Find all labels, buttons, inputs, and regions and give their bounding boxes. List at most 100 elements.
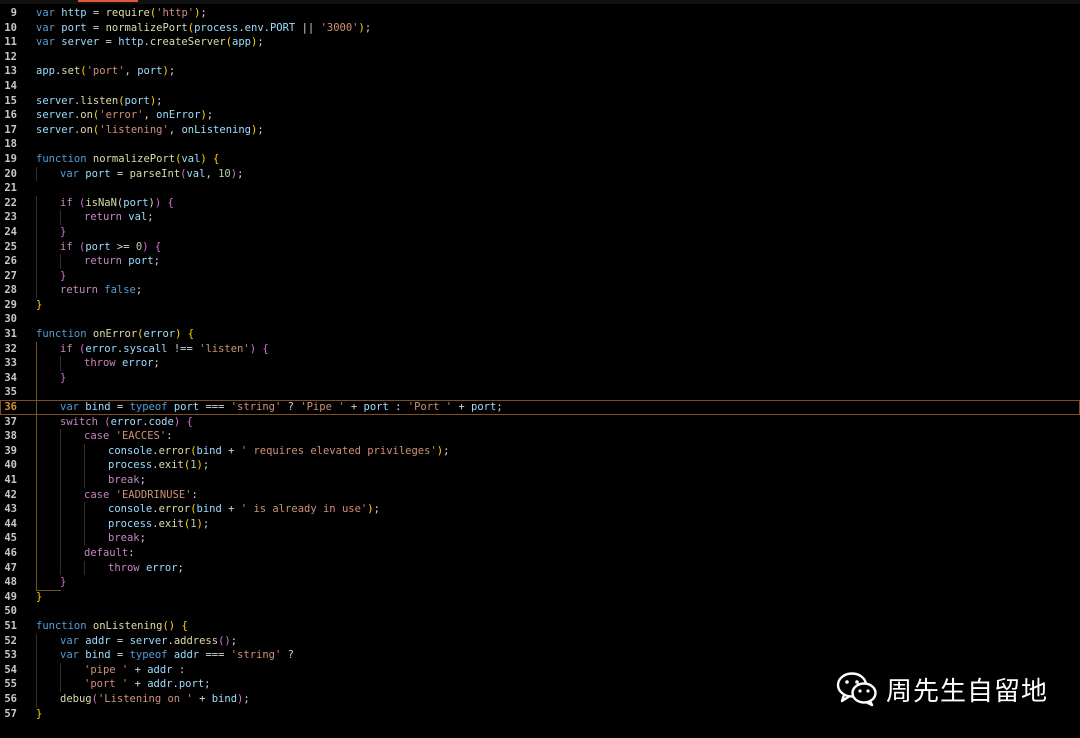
line-number: 43 xyxy=(4,503,17,516)
code-token: ; xyxy=(364,21,372,34)
code-line[interactable]: 31 function onError(error) { xyxy=(0,327,1080,342)
indent-guide xyxy=(60,677,61,692)
code-line[interactable]: 45 break; xyxy=(0,531,1080,546)
code-line[interactable]: 21 xyxy=(0,181,1080,196)
indent-guide xyxy=(36,545,37,561)
code-token: port xyxy=(471,401,497,414)
indent-guide xyxy=(84,531,85,546)
code-token: var xyxy=(60,401,79,414)
code-line[interactable]: 35 xyxy=(0,385,1080,400)
code-line[interactable]: 43 console.error(bind + ' is already in u… xyxy=(0,502,1080,517)
code-line[interactable]: 17 server.on('listening', onListening); xyxy=(0,123,1080,138)
line-number: 51 xyxy=(4,619,17,632)
code-line-current[interactable]: 36 var bind = typeof port === 'string' ? … xyxy=(0,400,1080,415)
code-line[interactable]: 25 if (port >= 0) { xyxy=(0,239,1080,255)
code-line[interactable]: 27} xyxy=(0,268,1080,284)
code-line[interactable]: 38 case 'EACCES': xyxy=(0,429,1080,444)
line-number: 21 xyxy=(4,182,17,195)
indent-guide xyxy=(36,458,37,473)
code-line[interactable]: 23 return val; xyxy=(0,210,1080,225)
code-line[interactable]: 18 xyxy=(0,137,1080,152)
code-token: syscall xyxy=(123,342,168,355)
line-number: 23 xyxy=(4,211,17,224)
active-tab-indicator[interactable] xyxy=(78,0,138,2)
code-line[interactable]: 42 case 'EADDRINUSE': xyxy=(0,487,1080,503)
indent-guide xyxy=(36,443,37,459)
code-line[interactable]: 53 var bind = typeof addr === 'string' ? xyxy=(0,648,1080,663)
code-line[interactable]: 46 default: xyxy=(0,545,1080,561)
line-number: 31 xyxy=(4,328,17,341)
code-line[interactable]: 49} xyxy=(0,590,1080,605)
code-token: addr xyxy=(173,649,200,662)
code-token: typeof xyxy=(129,401,168,414)
code-line[interactable]: 15 server.listen(port); xyxy=(0,94,1080,109)
code-line[interactable]: 22 if (isNaN(port)) { xyxy=(0,195,1080,211)
line-number: 27 xyxy=(4,269,17,282)
code-token: code xyxy=(148,415,174,428)
code-line[interactable]: 14 xyxy=(0,79,1080,94)
code-token: 'pipe ' xyxy=(84,663,129,676)
code-token: ; xyxy=(257,36,264,49)
code-text: server.on('listening', onListening); xyxy=(36,123,264,138)
code-token: ; xyxy=(202,517,210,530)
code-line[interactable]: 48} xyxy=(0,575,1080,590)
code-line[interactable]: 16 server.on('error', onError); xyxy=(0,108,1080,123)
code-token: port xyxy=(128,255,154,268)
code-token: addr xyxy=(147,663,173,676)
code-token: ; xyxy=(177,561,184,574)
watermark: 周先生自留地 xyxy=(836,671,1048,707)
code-token: break xyxy=(108,474,140,486)
code-line[interactable]: 47 throw error; xyxy=(0,560,1080,576)
indent-guide xyxy=(36,502,37,517)
code-text: var bind = typeof addr === 'string' ? xyxy=(60,648,294,663)
code-line[interactable]: 44 process.exit(1); xyxy=(0,516,1080,532)
line-number: 28 xyxy=(4,284,17,297)
code-line[interactable]: 40 process.exit(1); xyxy=(0,458,1080,473)
code-line[interactable]: 28 return false; xyxy=(0,283,1080,298)
indent-guide xyxy=(60,531,61,546)
code-text: } xyxy=(60,225,66,240)
indent-guide xyxy=(84,560,85,576)
code-token: ; xyxy=(135,284,143,297)
code-token: env xyxy=(244,21,264,34)
indent-guide xyxy=(84,443,85,459)
line-number: 20 xyxy=(4,167,17,180)
code-line[interactable]: 20 var port = parseInt(val, 10); xyxy=(0,166,1080,182)
code-line[interactable]: 33 throw error; xyxy=(0,356,1080,371)
indent-guide xyxy=(36,210,37,225)
code-line[interactable]: 41 break; xyxy=(0,473,1080,488)
code-token: { xyxy=(167,196,174,209)
line-number: 46 xyxy=(4,546,17,559)
code-line[interactable]: 10 var port = normalizePort(process.env.P… xyxy=(0,21,1080,36)
code-line[interactable]: 39 console.error(bind + ' requires elevat… xyxy=(0,443,1080,459)
code-line[interactable]: 12 xyxy=(0,50,1080,65)
code-line[interactable]: 11 var server = http.createServer(app); xyxy=(0,35,1080,50)
line-number: 47 xyxy=(4,561,17,574)
code-line[interactable]: 51 function onListening() { xyxy=(0,619,1080,634)
code-text: throw error; xyxy=(84,356,160,371)
code-line[interactable]: 37 switch (error.code) { xyxy=(0,414,1080,430)
indent-guide xyxy=(36,691,37,707)
line-number: 29 xyxy=(4,298,17,311)
code-line[interactable]: 26 return port; xyxy=(0,254,1080,269)
indent-guide xyxy=(36,648,37,663)
code-line[interactable]: 24} xyxy=(0,224,1080,240)
code-line[interactable]: 29} xyxy=(0,298,1080,313)
code-token: ; xyxy=(230,634,238,647)
code-editor[interactable]: 9 var http = require('http'); 10 var port =… xyxy=(0,6,1080,721)
code-line[interactable]: 30 xyxy=(0,312,1080,327)
indent-guide xyxy=(60,356,61,371)
code-line[interactable]: 34} xyxy=(0,370,1080,386)
code-token: addr xyxy=(147,678,173,691)
code-line[interactable]: 9 var http = require('http'); xyxy=(0,6,1080,21)
code-line[interactable]: 32 if (error.syscall !== 'listen') { xyxy=(0,341,1080,357)
code-line[interactable]: 19 function normalizePort(val) { xyxy=(0,152,1080,167)
code-token: server xyxy=(61,36,100,49)
indent-guide xyxy=(60,443,61,459)
code-token: require xyxy=(105,7,150,19)
code-line[interactable]: 50 xyxy=(0,604,1080,619)
code-line[interactable]: 13 app.set('port', port); xyxy=(0,64,1080,79)
line-number: 37 xyxy=(4,415,17,428)
code-line[interactable]: 52 var addr = server.address(); xyxy=(0,633,1080,649)
code-line[interactable]: 57} xyxy=(0,707,1080,722)
